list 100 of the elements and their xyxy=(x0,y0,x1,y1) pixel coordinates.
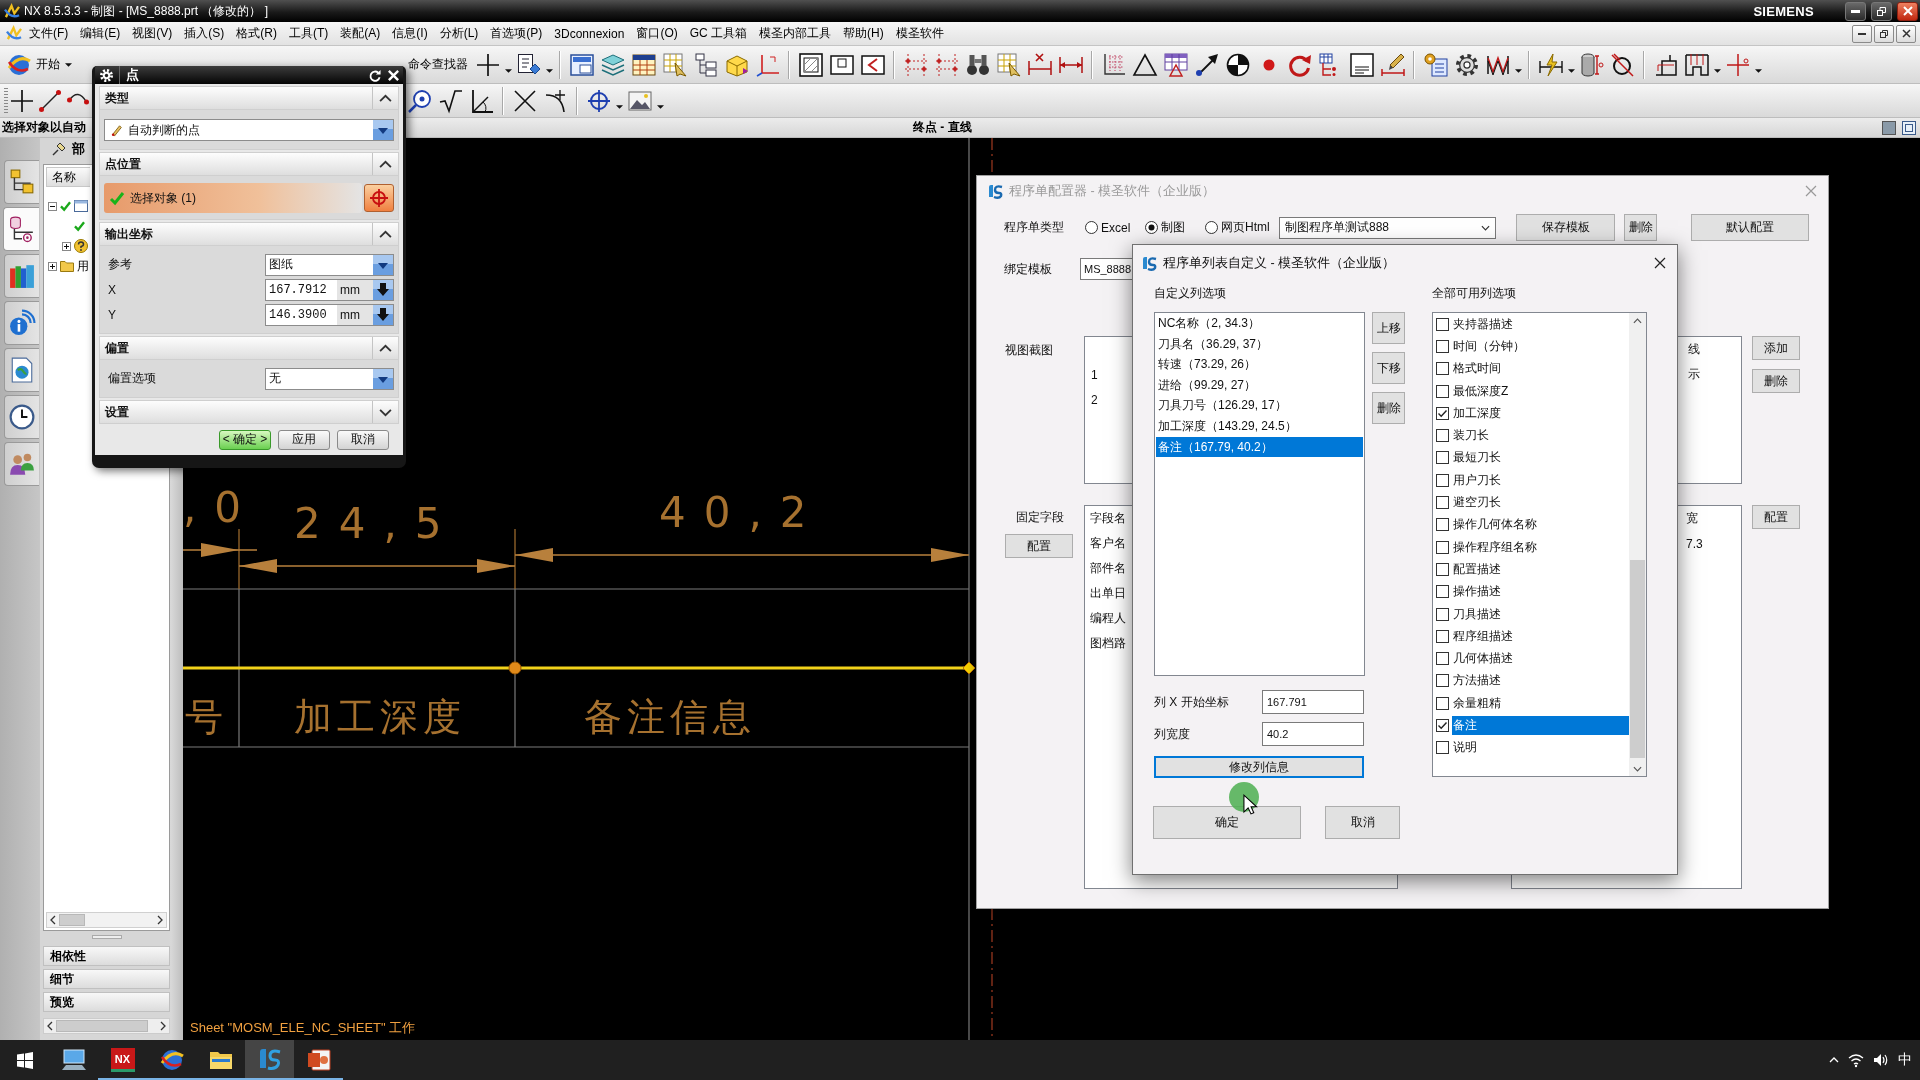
taskbar-button[interactable]: NX xyxy=(98,1040,147,1080)
menu-item[interactable]: 分析(L) xyxy=(433,23,485,44)
chevron-up-icon[interactable] xyxy=(379,343,392,353)
magnifier-icon[interactable] xyxy=(407,88,432,113)
checkbox[interactable] xyxy=(1436,317,1449,331)
dialog-button[interactable]: < 确定 > xyxy=(219,429,271,450)
horizontal-scrollbar[interactable] xyxy=(43,1018,170,1034)
gear-icon[interactable] xyxy=(1455,53,1478,76)
dropdown[interactable]: 图纸 xyxy=(265,253,394,276)
close-icon[interactable] xyxy=(387,68,400,82)
window-icon[interactable] xyxy=(829,52,854,77)
grid-axis-icon[interactable] xyxy=(1101,52,1126,77)
menu-item[interactable]: 视图(V) xyxy=(126,23,179,44)
circle-cross-icon[interactable] xyxy=(1610,52,1635,77)
navigator-tab[interactable] xyxy=(3,207,39,251)
column-header[interactable]: 名称 xyxy=(46,167,90,187)
checkbox[interactable] xyxy=(1436,607,1449,621)
checkbox[interactable] xyxy=(1436,562,1449,576)
point-picker-button[interactable] xyxy=(364,184,394,212)
list-item[interactable]: 程序组描述 xyxy=(1452,626,1629,646)
menu-item[interactable]: 装配(A) xyxy=(334,23,387,44)
scroll-up-icon[interactable] xyxy=(1633,318,1642,324)
number-field[interactable]: 146.3900 mm xyxy=(265,303,394,326)
gears-document-icon[interactable] xyxy=(1423,52,1448,77)
toolbar-button[interactable]: 删除 xyxy=(1624,214,1657,241)
dropdown-caret-icon[interactable] xyxy=(504,68,512,73)
speaker-icon[interactable] xyxy=(1873,1052,1889,1068)
endpoint-marker-icon[interactable] xyxy=(962,661,976,675)
start-button[interactable]: 开始 xyxy=(4,49,76,80)
radio-icon[interactable] xyxy=(1205,221,1218,234)
list-action-button[interactable]: 添加 xyxy=(1752,336,1800,360)
table-triangle-icon[interactable] xyxy=(1163,52,1188,77)
close-button[interactable] xyxy=(1897,1,1918,21)
scroll-left-icon[interactable] xyxy=(50,915,56,925)
checkbox[interactable] xyxy=(1436,518,1449,532)
selection-step[interactable]: 选择对象 (1) xyxy=(104,183,362,213)
scroll-right-icon[interactable] xyxy=(157,915,163,925)
radio-button[interactable]: 制图 xyxy=(1145,219,1185,236)
plus-icon[interactable] xyxy=(10,88,34,113)
notched-profile-icon[interactable] xyxy=(1684,52,1709,77)
text-document-icon[interactable] xyxy=(1349,52,1374,77)
checkbox[interactable] xyxy=(1436,406,1449,420)
point-marker-icon[interactable] xyxy=(508,661,522,675)
scroll-left-icon[interactable] xyxy=(47,1021,53,1031)
checkbox[interactable] xyxy=(1436,652,1449,666)
scrollbar-thumb[interactable] xyxy=(59,914,85,926)
list-item[interactable]: 夹持器描述 xyxy=(1452,314,1629,334)
list-item[interactable]: 几何体描述 xyxy=(1452,649,1629,669)
cylinder-icon[interactable] xyxy=(1579,52,1604,77)
panel-header[interactable]: 预览 xyxy=(43,992,170,1012)
dimension-line[interactable] xyxy=(183,543,258,557)
dimension-cross-icon[interactable] xyxy=(1027,52,1052,77)
check-stroke-icon[interactable] xyxy=(438,88,463,113)
dimension-line[interactable] xyxy=(514,548,970,562)
dimension-line[interactable] xyxy=(238,559,516,573)
section-header[interactable]: 点位置 xyxy=(99,152,399,176)
scrollbar-thumb[interactable] xyxy=(1630,560,1645,758)
filled-square-icon[interactable] xyxy=(1882,120,1896,135)
list-item[interactable]: 用户刀长 xyxy=(1452,470,1629,490)
menu-item[interactable]: 帮助(H) xyxy=(837,23,890,44)
text-field[interactable]: 167.791 xyxy=(1262,690,1364,714)
list-item[interactable]: 配置描述 xyxy=(1452,559,1629,579)
horizontal-scrollbar[interactable] xyxy=(46,912,167,928)
dropdown-caret-icon[interactable] xyxy=(656,104,664,109)
scroll-down-icon[interactable] xyxy=(1633,766,1642,772)
menu-item[interactable]: 3Dconnexion xyxy=(548,24,631,43)
table-icon[interactable] xyxy=(631,52,656,77)
list-item[interactable]: 说明 xyxy=(1452,738,1629,758)
bracket-icon[interactable] xyxy=(860,52,885,77)
tree-item-label[interactable]: 用 xyxy=(77,257,89,275)
panel-header[interactable]: 细节 xyxy=(43,969,170,989)
dropdown-caret-icon[interactable] xyxy=(615,104,623,109)
checkbox[interactable] xyxy=(1436,629,1449,643)
grid-pointer-icon[interactable] xyxy=(996,52,1021,77)
list-item[interactable]: 装刀长 xyxy=(1452,426,1629,446)
quartered-circle-icon[interactable] xyxy=(1225,52,1250,77)
list-item[interactable]: 避空刃长 xyxy=(1452,493,1629,512)
step-profile-icon[interactable] xyxy=(1653,52,1678,77)
pin-icon[interactable] xyxy=(52,142,66,156)
cross-lines-icon[interactable] xyxy=(1725,52,1750,77)
dialog-button[interactable]: 取消 xyxy=(337,429,389,450)
circular-arrow-icon[interactable] xyxy=(368,68,381,82)
dialog-button[interactable]: 确定 xyxy=(1153,806,1301,839)
diagonal-arrow-icon[interactable] xyxy=(1194,52,1219,77)
checkbox[interactable] xyxy=(1436,696,1449,710)
dialog-button[interactable]: 应用 xyxy=(278,429,330,450)
number-field[interactable]: 167.7912 mm xyxy=(265,278,394,301)
menu-item[interactable]: 模圣软件 xyxy=(889,23,950,44)
list-item[interactable]: 加工深度 xyxy=(1452,403,1629,423)
minimize-button[interactable] xyxy=(1845,1,1866,21)
expand-box-icon[interactable] xyxy=(48,261,57,271)
dropdown[interactable]: 无 xyxy=(265,367,394,390)
list-item[interactable]: 最低深度Z xyxy=(1452,381,1629,401)
close-button[interactable] xyxy=(1896,24,1916,43)
framed-square-icon[interactable] xyxy=(1902,120,1916,135)
section-header[interactable]: 输出坐标 xyxy=(99,222,399,246)
checkbox[interactable] xyxy=(1436,741,1449,755)
section-header[interactable]: 偏置 xyxy=(99,336,399,360)
checkbox[interactable] xyxy=(1436,719,1449,732)
list-item[interactable]: 操作程序组名称 xyxy=(1452,537,1629,557)
